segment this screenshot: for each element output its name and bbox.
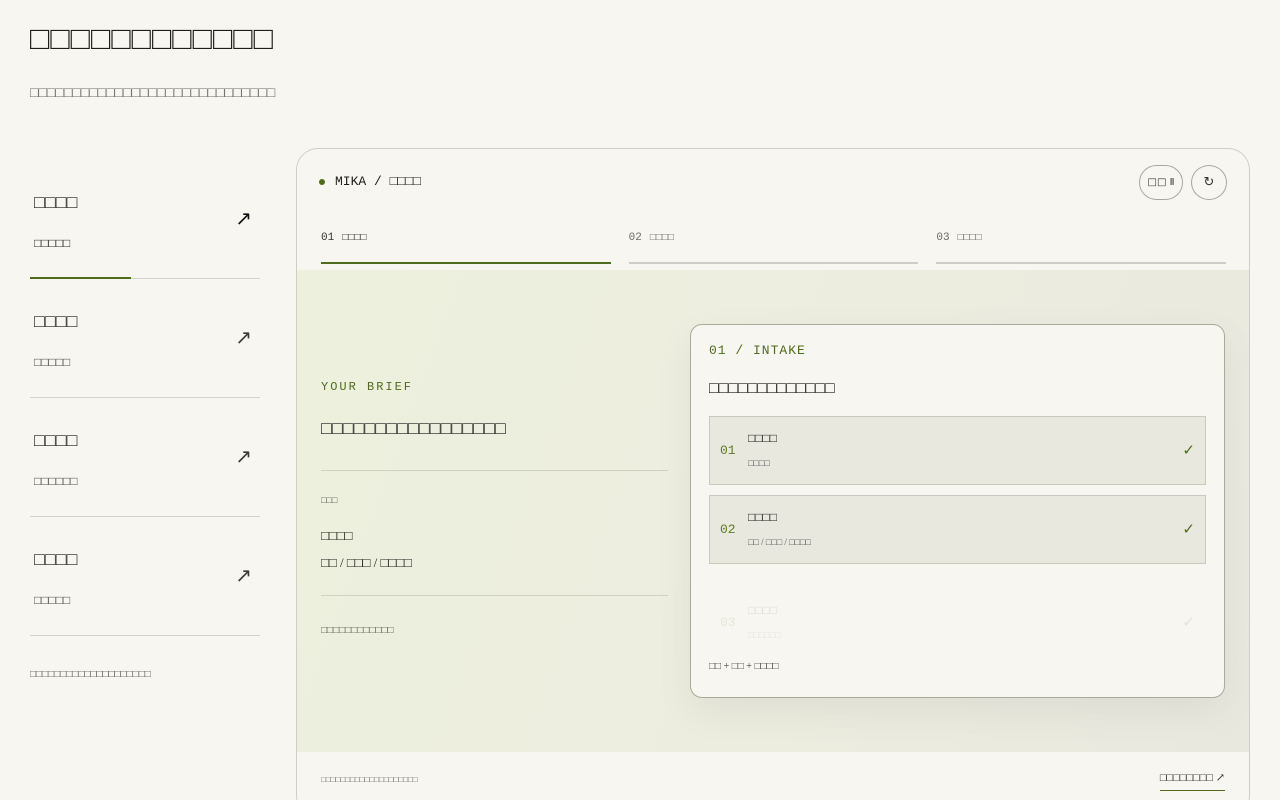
sidebar-item-subtitle: □□□□□ <box>34 236 71 250</box>
sidebar-item-title: □□□□ <box>34 549 78 569</box>
sidebar: □□□□ □□□□□ ↗ □□□□ □□□□□ ↗ □□□□ □□□□□□ ↗ … <box>30 160 260 636</box>
option-title: □□□□ <box>748 603 777 617</box>
tab-step-1[interactable]: 01 □□□□ <box>321 227 611 264</box>
page-title: □□□□□□□□□□□□ <box>30 20 274 56</box>
check-icon: ✓ <box>1182 441 1195 459</box>
pause-button[interactable]: □□ Ⅱ <box>1139 165 1183 200</box>
step-label: □□□□ <box>342 232 367 243</box>
brief-title: □□□□□□□□□□□□□□□□□ <box>321 418 506 438</box>
sidebar-item-title: □□□□ <box>34 430 78 450</box>
option-row-3[interactable]: 03 □□□□ □□□□□□ ✓ <box>709 588 1206 657</box>
option-title: □□□□ <box>748 510 777 524</box>
sidebar-item-title: □□□□ <box>34 192 78 212</box>
arrow-up-right-icon: ↗ <box>235 563 252 587</box>
option-row-1[interactable]: 01 □□□□ □□□□ ✓ <box>709 416 1206 485</box>
intake-card: 01 / INTAKE □□□□□□□□□□□□□ 01 □□□□ □□□□ ✓… <box>690 324 1225 698</box>
sidebar-item-title: □□□□ <box>34 311 78 331</box>
card-footer: □□ + □□ + □□□□ <box>709 661 779 672</box>
card-title: □□□□□□□□□□□□□ <box>709 380 835 397</box>
main-panel: MIKA / □□□□ □□ Ⅱ ↻ 01 □□□□ 02 □□□□ 03 □□□□ … <box>296 148 1250 800</box>
sidebar-item-1[interactable]: □□□□ □□□□□ ↗ <box>30 160 260 279</box>
divider <box>321 595 668 596</box>
breadcrumb: MIKA / □□□□ <box>319 174 421 189</box>
brief-note: □□□□□□□□□□□□ <box>321 625 394 636</box>
check-icon: ✓ <box>1182 520 1195 538</box>
arrow-up-right-icon: ↗ <box>235 206 252 230</box>
brief-label: □□□ <box>321 495 338 505</box>
option-number: 01 <box>720 443 736 458</box>
sidebar-item-3[interactable]: □□□□ □□□□□□ ↗ <box>30 398 260 517</box>
step-label: □□□□ <box>957 232 982 243</box>
brief-value: □□□□ <box>321 528 353 543</box>
step-label: □□□□ <box>649 232 675 243</box>
sidebar-item-subtitle: □□□□□ <box>34 355 71 369</box>
check-icon: ✓ <box>1182 613 1195 631</box>
content-stage: YOUR BRIEF □□□□□□□□□□□□□□□□□ □□□ □□□□ □□… <box>297 270 1249 752</box>
step-tabs: 01 □□□□ 02 □□□□ 03 □□□□ <box>321 227 1227 264</box>
arrow-up-right-icon: ↗ <box>235 444 252 468</box>
panel-footer-link[interactable]: □□□□□□□□ ↗ <box>1159 771 1225 791</box>
sidebar-note: □□□□□□□□□□□□□□□□□□□□ <box>30 669 151 680</box>
option-subtitle: □□□□ <box>748 458 770 468</box>
refresh-button[interactable]: ↻ <box>1191 165 1227 200</box>
divider <box>321 470 668 471</box>
panel-footer-note: □□□□□□□□□□□□□□□□□□□□ <box>321 775 418 784</box>
sidebar-item-2[interactable]: □□□□ □□□□□ ↗ <box>30 279 260 398</box>
tab-step-2[interactable]: 02 □□□□ <box>628 227 919 264</box>
option-title: □□□□ <box>748 431 777 445</box>
card-kicker: 01 / INTAKE <box>709 343 806 358</box>
tab-step-3[interactable]: 03 □□□□ <box>936 227 1227 264</box>
option-row-2[interactable]: 02 □□□□ □□ / □□□ / □□□□ ✓ <box>709 495 1206 564</box>
option-number: 03 <box>720 615 736 630</box>
brief-kicker: YOUR BRIEF <box>321 380 414 394</box>
step-number: 01 <box>321 232 335 244</box>
step-number: 02 <box>628 232 642 244</box>
option-subtitle: □□ / □□□ / □□□□ <box>748 537 811 547</box>
sidebar-item-subtitle: □□□□□□ <box>34 474 78 488</box>
breadcrumb-text: MIKA / □□□□ <box>335 174 421 189</box>
option-number: 02 <box>720 522 736 537</box>
page-subtitle: □□□□□□□□□□□□□□□□□□□□□□□□□□□□□ <box>30 86 276 101</box>
arrow-up-right-icon: ↗ <box>235 325 252 349</box>
status-dot-icon <box>319 178 325 185</box>
step-number: 03 <box>936 232 950 244</box>
brief-value: □□ / □□□ / □□□□ <box>321 555 412 570</box>
sidebar-item-4[interactable]: □□□□ □□□□□ ↗ <box>30 517 260 636</box>
sidebar-item-subtitle: □□□□□ <box>34 593 71 607</box>
option-subtitle: □□□□□□ <box>748 630 781 640</box>
